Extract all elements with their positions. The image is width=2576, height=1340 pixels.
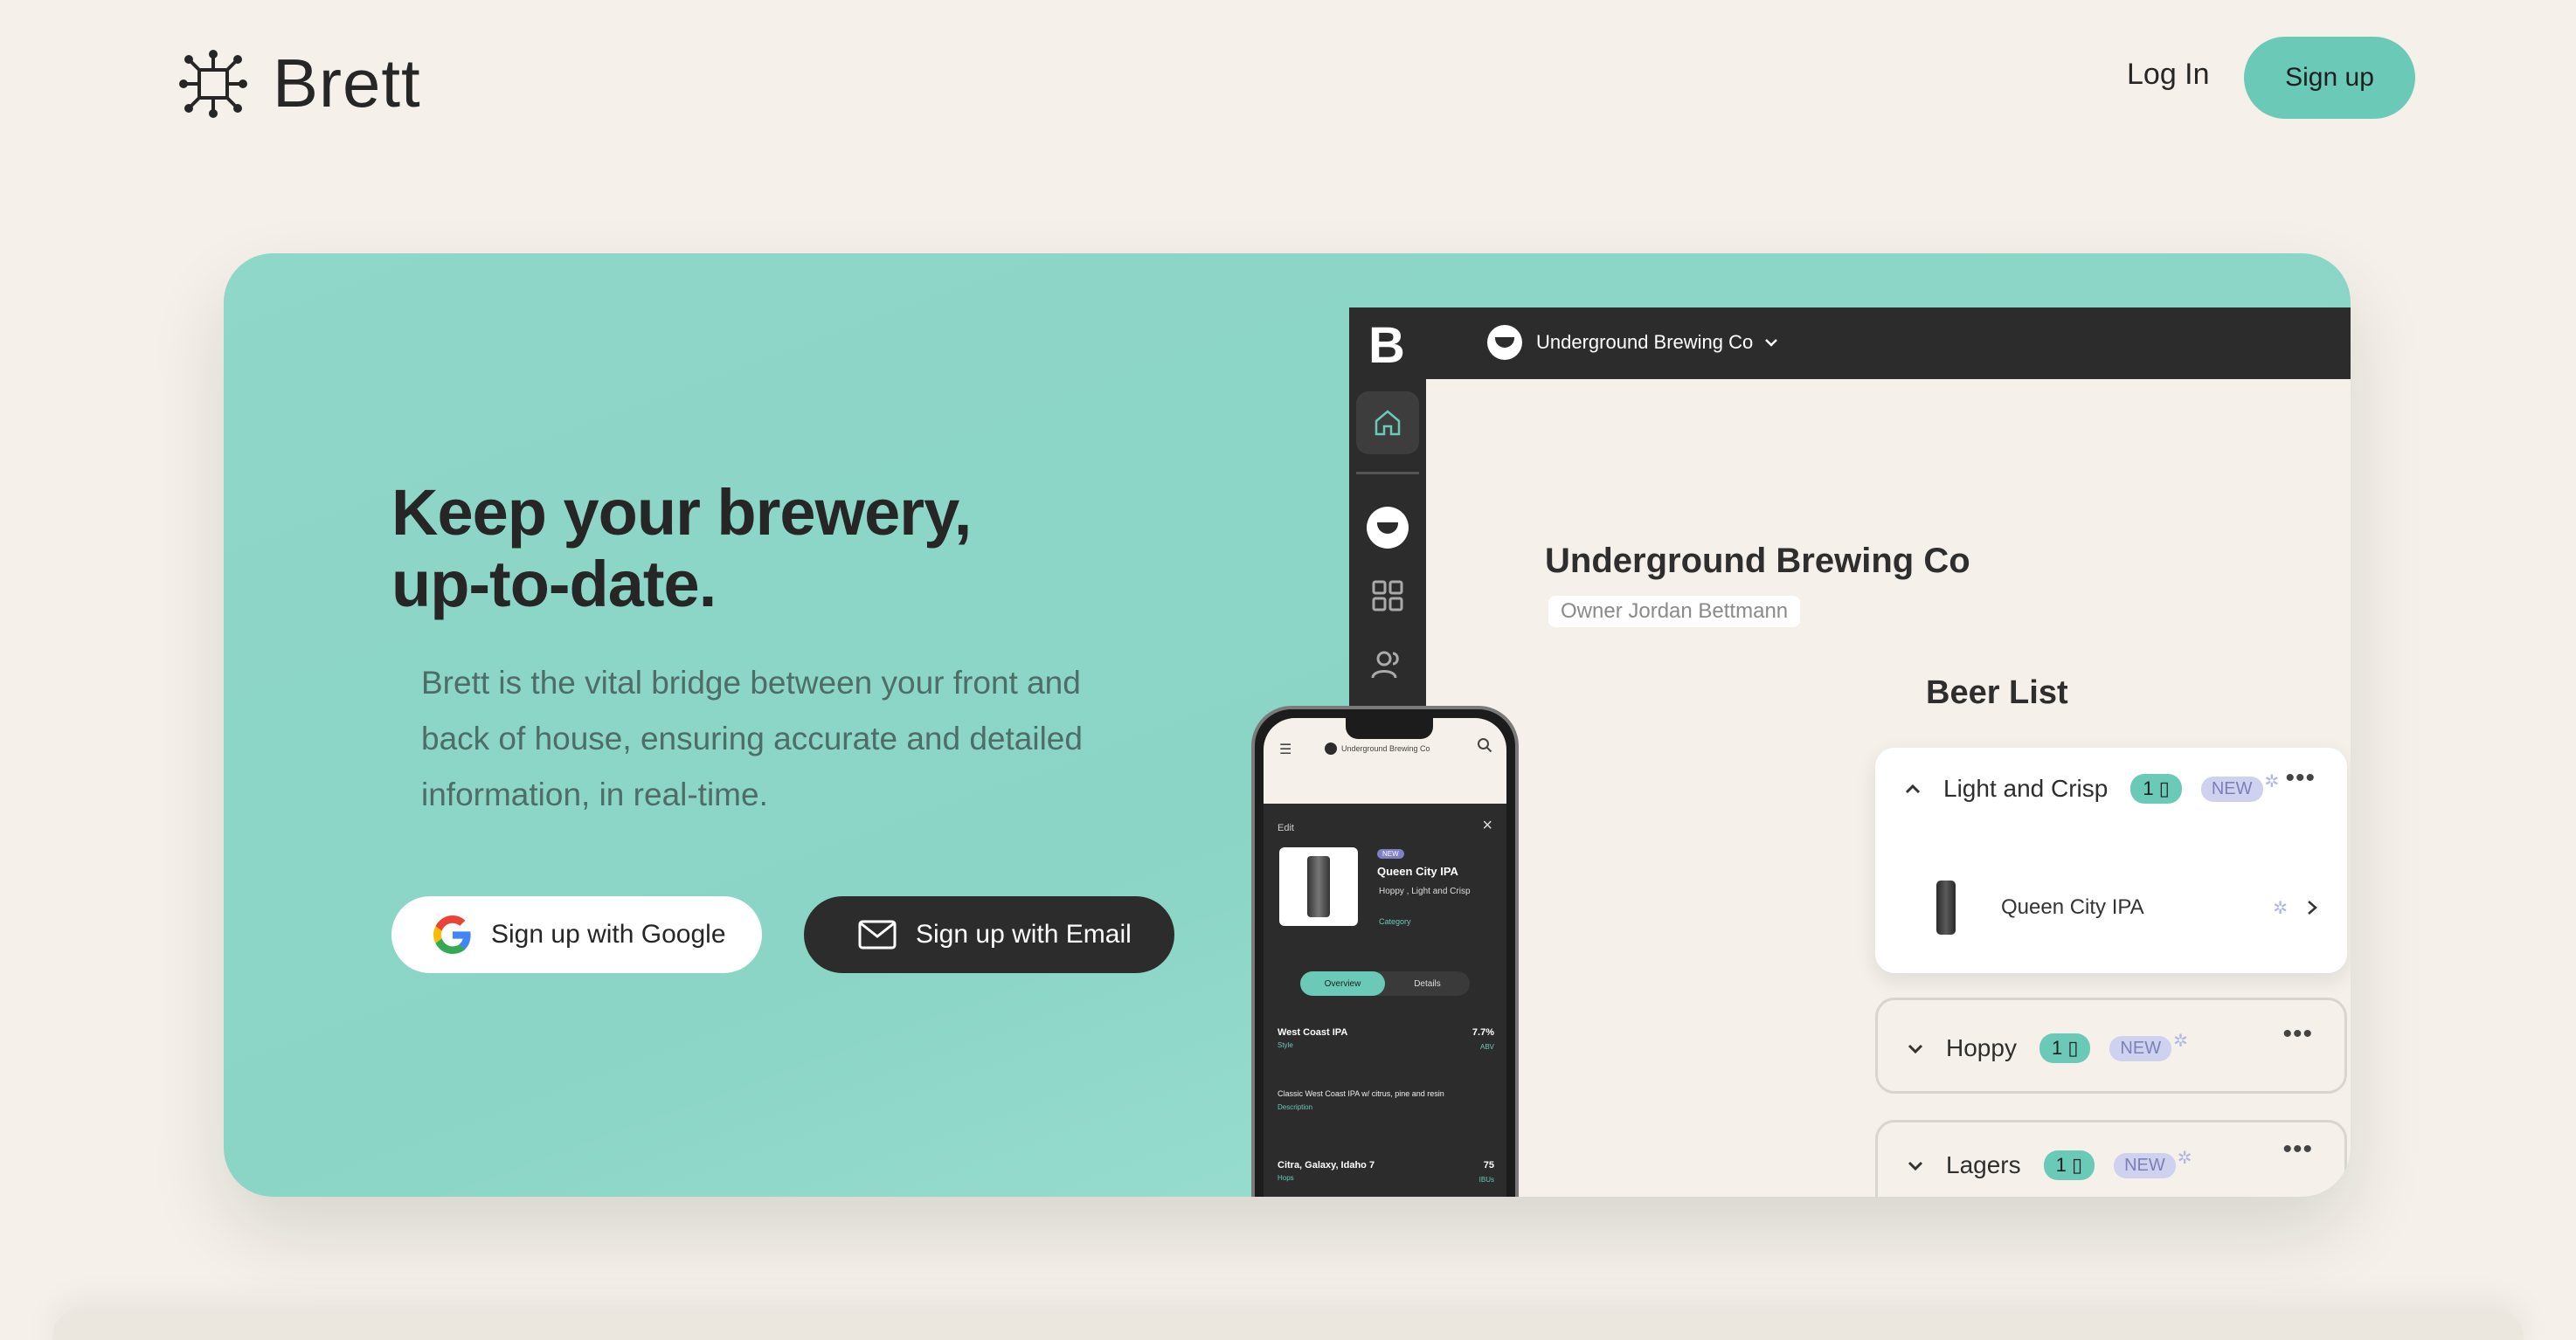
hamburger-icon[interactable]: ☰ xyxy=(1279,741,1291,758)
brewery-avatar xyxy=(1487,325,1522,360)
brewery-avatar-nav[interactable] xyxy=(1367,507,1409,549)
group-name: Lagers xyxy=(1946,1151,2021,1178)
chevron-down-icon[interactable] xyxy=(1906,1156,1925,1175)
new-badge: NEW xyxy=(2200,776,2263,802)
hero-description: Brett is the vital bridge between your f… xyxy=(421,665,1083,812)
abv-label: ABV xyxy=(1479,1043,1494,1051)
brewery-title: Underground Brewing Co xyxy=(1545,542,1970,580)
style-label: Style xyxy=(1278,1041,1293,1049)
group-count: 1 xyxy=(2143,777,2154,799)
chevron-down-icon xyxy=(1765,339,1778,347)
group-name: Light and Crisp xyxy=(1943,775,2109,802)
beer-list-item[interactable]: Queen City IPA ✲ xyxy=(1936,877,2321,938)
brand-logo[interactable]: Brett xyxy=(178,44,421,123)
beer-categories: Hoppy , Light and Crisp xyxy=(1379,887,1471,896)
beer-name: Queen City IPA xyxy=(2001,895,2144,919)
brewery-avatar xyxy=(1325,743,1337,755)
owner-label: Owner Jordan Bettmann xyxy=(1548,596,1801,627)
ibu-value: 75 xyxy=(1483,1160,1494,1171)
tab-details[interactable]: Details xyxy=(1385,971,1470,996)
description-label: Description xyxy=(1278,1103,1313,1111)
can-icon: ▯ xyxy=(2158,777,2170,799)
more-dots-icon[interactable]: ••• xyxy=(2282,1135,2313,1164)
app-logo: B xyxy=(1368,317,1405,374)
hero-title: Keep your brewery, up-to-date. xyxy=(391,477,1178,620)
beer-group-hoppy[interactable]: Hoppy 1 ▯ NEW ✲ ••• xyxy=(1875,998,2347,1094)
group-name: Hoppy xyxy=(1946,1034,2017,1061)
beer-list-title: Beer List xyxy=(1926,674,2068,711)
beer-group-light-and-crisp[interactable]: Light and Crisp 1 ▯ NEW ✲ ••• Queen City… xyxy=(1875,748,2347,973)
email-signup-button[interactable]: Sign up with Email xyxy=(804,896,1174,973)
beer-name: Queen City IPA xyxy=(1377,865,1458,878)
sparkle-icon: ✲ xyxy=(2264,771,2280,791)
can-icon: ▯ xyxy=(2067,1037,2079,1059)
grid-icon[interactable] xyxy=(1370,578,1405,613)
beer-image xyxy=(1279,847,1358,926)
hero-title-line2: up-to-date. xyxy=(391,548,717,620)
phone-screen: ☰ Underground Brewing Co Edit × NEW Quee… xyxy=(1264,718,1506,1197)
close-icon[interactable]: × xyxy=(1482,816,1492,836)
network-node-icon xyxy=(179,49,247,118)
users-icon[interactable] xyxy=(1370,646,1405,681)
chevron-right-icon xyxy=(2308,901,2317,915)
new-badge: NEW xyxy=(1377,849,1404,859)
brewery-selector[interactable]: Underground Brewing Co xyxy=(1487,325,1779,360)
abv-value: 7.7% xyxy=(1472,1027,1494,1038)
group-count: 1 xyxy=(2051,1037,2063,1059)
description-row: Classic West Coast IPA w/ citrus, pine a… xyxy=(1278,1088,1494,1111)
search-icon[interactable] xyxy=(1477,737,1492,753)
brewery-selector-label: Underground Brewing Co xyxy=(1536,331,1754,353)
home-nav[interactable] xyxy=(1356,391,1419,454)
hops-label: Hops xyxy=(1278,1174,1294,1182)
group-count: 1 xyxy=(2055,1154,2067,1176)
sparkle-icon: ✲ xyxy=(2177,1148,2192,1168)
login-link[interactable]: Log In xyxy=(2127,58,2210,92)
phone-header: ☰ Underground Brewing Co xyxy=(1264,718,1506,804)
group-count-badge: 1 ▯ xyxy=(2039,1033,2091,1063)
group-count-badge: 1 ▯ xyxy=(2130,774,2182,804)
sparkle-icon: ✲ xyxy=(2173,1031,2188,1051)
more-dots-icon[interactable]: ••• xyxy=(2285,763,2316,793)
phone-app-mockup: ☰ Underground Brewing Co Edit × NEW Quee… xyxy=(1251,706,1519,1197)
beer-can-image xyxy=(1936,881,1956,935)
sparkle-icon: ✲ xyxy=(2273,898,2288,918)
style-row: West Coast IPA Style 7.7% ABV xyxy=(1278,1027,1494,1051)
google-signup-button[interactable]: Sign up with Google xyxy=(391,896,762,973)
category-label: Category xyxy=(1379,917,1411,926)
edit-label[interactable]: Edit xyxy=(1278,823,1294,833)
phone-brand[interactable]: Underground Brewing Co xyxy=(1325,743,1430,755)
hops-row: Citra, Galaxy, Idaho 7 Hops 75 IBUs xyxy=(1278,1160,1494,1184)
envelope-icon xyxy=(858,920,897,950)
new-badge: NEW xyxy=(2109,1035,2172,1061)
phone-tabs: Overview Details xyxy=(1300,971,1470,996)
tab-overview[interactable]: Overview xyxy=(1300,971,1385,996)
logo-text: Brett xyxy=(273,45,421,121)
hero-title-line1: Keep your brewery, xyxy=(391,476,972,549)
ibu-label: IBUs xyxy=(1478,1176,1494,1184)
next-section-edge xyxy=(52,1310,2524,1340)
can-icon: ▯ xyxy=(2072,1154,2083,1176)
phone-notch xyxy=(1346,718,1433,739)
google-g-icon xyxy=(433,915,471,954)
beer-can-image xyxy=(1307,856,1330,917)
email-signup-label: Sign up with Email xyxy=(916,920,1132,949)
more-dots-icon[interactable]: ••• xyxy=(2282,1019,2313,1049)
group-count-badge: 1 ▯ xyxy=(2043,1150,2095,1180)
sidebar-divider xyxy=(1356,472,1419,474)
style-value: West Coast IPA xyxy=(1278,1027,1348,1038)
google-signup-label: Sign up with Google xyxy=(491,920,726,949)
signup-button[interactable]: Sign up xyxy=(2244,37,2415,119)
description-value: Classic West Coast IPA w/ citrus, pine a… xyxy=(1278,1089,1444,1098)
new-badge: NEW xyxy=(2114,1152,2176,1178)
beer-group-lagers[interactable]: Lagers 1 ▯ NEW ✲ ••• xyxy=(1875,1120,2347,1197)
hops-value: Citra, Galaxy, Idaho 7 xyxy=(1278,1160,1375,1171)
chevron-down-icon[interactable] xyxy=(1906,1039,1925,1058)
app-topbar: B Underground Brewing Co xyxy=(1349,307,2351,379)
home-icon xyxy=(1375,410,1401,436)
phone-brand-label: Underground Brewing Co xyxy=(1341,744,1430,753)
hero-card: Keep your brewery, up-to-date. Brett is … xyxy=(224,253,2351,1197)
chevron-up-icon[interactable] xyxy=(1903,779,1922,798)
